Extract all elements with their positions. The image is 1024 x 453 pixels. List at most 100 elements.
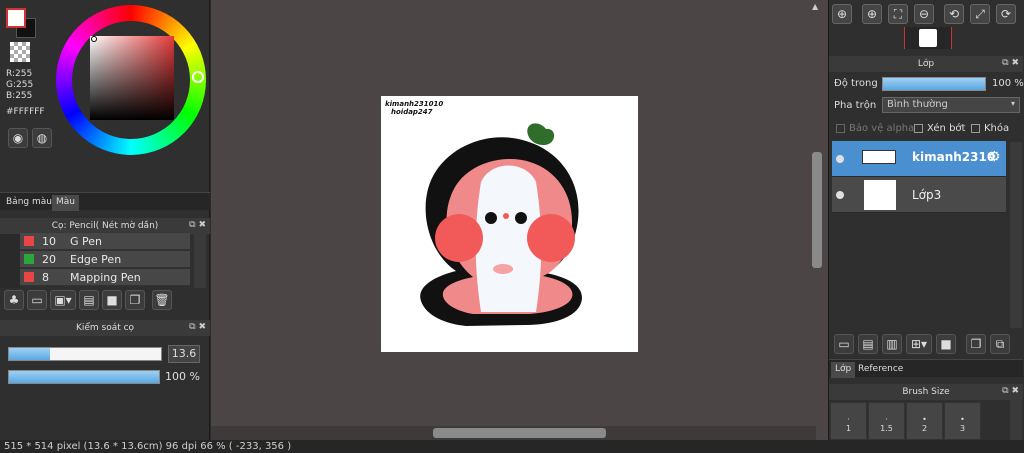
brush-item[interactable]: 20 Edge Pen — [20, 251, 190, 268]
panel-close-icon[interactable]: ⧉ ✖ — [189, 322, 206, 332]
brush-item[interactable]: 8 Mapping Pen — [20, 269, 190, 286]
brush-size-preset-label: 2 — [921, 424, 928, 433]
tab-layer[interactable]: Lớp — [831, 362, 856, 378]
lock-label: Khóa — [984, 123, 1010, 134]
brush-control-title: Kiểm soát cọ — [75, 323, 135, 333]
color-b-value: B:255 — [6, 91, 33, 101]
layer-row[interactable]: Lớp3 — [832, 177, 1006, 213]
brush-size-panel-header: Brush Size ⧉ ✖ — [829, 384, 1023, 400]
brush-size-slider-fill — [9, 348, 51, 360]
brush-control-header: Kiểm soát cọ ⧉ ✖ — [0, 320, 210, 336]
brush-size-preset-label: 1 — [845, 424, 852, 433]
visibility-icon[interactable] — [836, 191, 844, 199]
copy-brush-icon[interactable]: ▣▾ — [50, 290, 76, 310]
brush-icon[interactable]: ♣ — [4, 290, 24, 310]
transparent-color-swatch[interactable] — [10, 42, 30, 62]
panel-close-icon[interactable]: ⧉ ✖ — [1002, 58, 1019, 68]
brush-color-icon — [24, 272, 34, 282]
layer-thumbnail — [864, 180, 896, 210]
brush-size-preset[interactable]: · 1 — [830, 402, 867, 440]
layer-name: Lớp3 — [912, 188, 942, 202]
brush-size-preset[interactable]: • 3 — [944, 402, 981, 440]
scroll-up-icon[interactable]: ▲ — [812, 2, 818, 11]
panel-close-icon[interactable]: ⧉ ✖ — [1002, 386, 1019, 396]
blend-mode-select[interactable]: Bình thường ▾ — [882, 97, 1020, 113]
navigator-thumbnail — [919, 29, 937, 47]
layer-name: kimanh2310 — [912, 150, 996, 164]
folder-icon[interactable]: ■ — [102, 290, 122, 310]
drawing-canvas[interactable]: kimanh231010 hoidap247 — [381, 96, 638, 352]
layer-folder-icon[interactable]: ■ — [936, 334, 956, 354]
duplicate-layer-icon[interactable]: ❐ — [966, 334, 986, 354]
brush-item[interactable]: 10 G Pen — [20, 233, 190, 250]
brush-name: G Pen — [70, 234, 103, 248]
brush-color-icon — [24, 236, 34, 246]
blend-mode-value: Bình thường — [887, 99, 948, 110]
brush-list-scrollbar[interactable] — [194, 234, 206, 288]
layer-row-selected[interactable]: kimanh2310 ⚙ — [832, 141, 1006, 177]
merge-layer-icon[interactable]: ⧉ — [990, 334, 1010, 354]
palette-icon[interactable]: ◉ — [8, 128, 28, 148]
panel-close-icon[interactable]: ⧉ ✖ — [189, 220, 206, 230]
foreground-color-swatch[interactable] — [6, 8, 26, 28]
new-vector-layer-icon[interactable]: ▤ — [858, 334, 878, 354]
rotate-icon[interactable]: ⟲ — [944, 4, 964, 24]
brush-size: 10 — [42, 234, 56, 248]
hue-marker[interactable] — [192, 71, 204, 83]
vertical-scroll-thumb[interactable] — [812, 152, 822, 268]
brush-color-icon — [24, 254, 34, 264]
tab-palette[interactable]: Bảng màu — [2, 195, 56, 211]
brush-name: Mapping Pen — [70, 270, 141, 284]
fit-window-icon[interactable]: ⤢ — [970, 4, 990, 24]
brush-size-scrollbar[interactable] — [1010, 400, 1022, 440]
saturation-value-picker[interactable] — [90, 36, 174, 120]
chevron-down-icon: ▾ — [1010, 99, 1015, 108]
lock-alpha-label: Bảo vệ alpha — [849, 123, 915, 134]
brush-name: Edge Pen — [70, 252, 122, 266]
new-brush-icon[interactable]: ▭ — [27, 290, 47, 310]
reset-rotation-icon[interactable]: ⟳ — [996, 4, 1016, 24]
sv-marker[interactable] — [91, 36, 97, 42]
tab-color[interactable]: Màu — [52, 195, 79, 211]
new-layer-icon[interactable]: ▭ — [834, 334, 854, 354]
blend-mode-label: Pha trộn — [834, 100, 877, 111]
brush-size-preset-label: 3 — [959, 424, 966, 433]
horizontal-scroll-thumb[interactable] — [433, 428, 606, 438]
right-tabstrip: Lớp Reference — [829, 359, 1023, 378]
gear-icon[interactable]: ⚙ — [988, 149, 1001, 165]
zoom-icon[interactable]: ⊕ — [832, 4, 852, 24]
lock-alpha-checkbox[interactable]: Bảo vệ alpha — [836, 123, 914, 134]
new-text-layer-icon[interactable]: ▥ — [882, 334, 902, 354]
layer-opacity-slider[interactable] — [882, 77, 986, 91]
add-layer-menu-icon[interactable]: ⊞▾ — [906, 334, 932, 354]
brush-size-slider[interactable] — [8, 347, 162, 361]
layer-list-scrollbar[interactable] — [1010, 142, 1022, 328]
palette-settings-icon[interactable]: ◍ — [32, 128, 52, 148]
duplicate-icon[interactable]: ❐ — [125, 290, 145, 310]
zoom-out-icon[interactable]: ⊖ — [914, 4, 934, 24]
lock-checkbox[interactable]: Khóa — [971, 123, 1009, 134]
brush-size: 8 — [42, 270, 49, 284]
brush-panel-title: Cọ: Pencil( Nét mờ dần) — [51, 221, 159, 231]
navigator-preview[interactable] — [904, 27, 952, 49]
status-bar: 515 * 514 pixel (13.6 * 13.6cm) 96 dpi 6… — [0, 440, 1024, 453]
brush-size-preset[interactable]: · 1.5 — [868, 402, 905, 440]
brush-size-value[interactable]: 13.6 — [168, 345, 200, 363]
brush-opacity-value: 100 % — [165, 370, 200, 383]
visibility-icon[interactable] — [836, 155, 844, 163]
brush-toolbar: ♣ ▭ ▣▾ ▤ ■ ❐ 🗑 — [4, 290, 172, 310]
brush-list-gutter — [0, 234, 20, 288]
tab-reference[interactable]: Reference — [854, 362, 907, 378]
zoom-in-icon[interactable]: ⊕ — [862, 4, 882, 24]
save-brush-icon[interactable]: ▤ — [79, 290, 99, 310]
color-g-value: G:255 — [6, 80, 34, 90]
brush-opacity-slider[interactable] — [8, 370, 160, 384]
brush-opacity-slider-fill — [9, 371, 159, 383]
fit-icon[interactable]: ⛶ — [888, 4, 908, 24]
layer-toolbar: ▭ ▤ ▥ ⊞▾ ■ ❐ ⧉ — [834, 334, 1010, 354]
character-artwork — [420, 123, 582, 326]
clipping-checkbox[interactable]: Xén bớt — [914, 123, 965, 134]
brush-size-preset[interactable]: • 2 — [906, 402, 943, 440]
delete-icon[interactable]: 🗑 — [152, 290, 172, 310]
layer-opacity-value: 100 % — [992, 78, 1024, 89]
